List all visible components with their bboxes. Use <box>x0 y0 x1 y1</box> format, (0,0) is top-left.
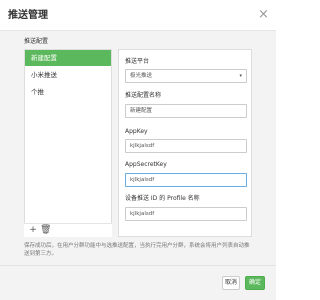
trash-icon[interactable]: 🗑 <box>40 225 51 236</box>
cancel-button[interactable]: 取消 <box>222 276 240 290</box>
help-note: 保存成功后，在用户分群功能中与选推送配置，当执行完用户分群，系统会将用户列表自动… <box>24 243 250 257</box>
appsecret-label: AppSecretKey <box>125 161 167 168</box>
profile-label: 设备推送 ID 的 Profile 名称 <box>125 195 200 202</box>
dialog-header: 推送管理 × <box>0 0 276 31</box>
list-toolbar: + 🗑 <box>24 223 112 237</box>
config-list-item-xiaomi[interactable]: 小米推送 <box>25 67 111 83</box>
appkey-input[interactable]: kjlkjalsdf <box>125 139 247 153</box>
footer-divider <box>0 265 276 266</box>
chevron-down-icon: ▾ <box>239 73 242 79</box>
config-list-item-new[interactable]: 新建配置 <box>25 50 111 66</box>
config-form: 推送平台 极光推送 ▾ 推送配置名称 新建配置 AppKey kjlkjalsd… <box>118 49 252 237</box>
close-icon[interactable]: × <box>258 8 269 21</box>
config-name-label: 推送配置名称 <box>125 92 162 99</box>
appsecret-input[interactable]: kjlkjalsdf <box>125 173 247 187</box>
profile-input[interactable]: kjlkjalsdf <box>125 207 247 221</box>
config-list-item-getui[interactable]: 个推 <box>25 84 111 100</box>
platform-value: 极光推送 <box>130 73 153 79</box>
dialog-title: 推送管理 <box>8 10 48 21</box>
appkey-label: AppKey <box>125 128 148 135</box>
confirm-button[interactable]: 确定 <box>245 276 265 290</box>
config-name-input[interactable]: 新建配置 <box>125 104 247 118</box>
add-icon[interactable]: + <box>28 225 38 236</box>
platform-label: 推送平台 <box>125 58 150 65</box>
platform-select[interactable]: 极光推送 ▾ <box>125 69 247 83</box>
config-list: 新建配置 小米推送 个推 <box>24 49 112 237</box>
section-label: 推送配置 <box>24 38 49 45</box>
